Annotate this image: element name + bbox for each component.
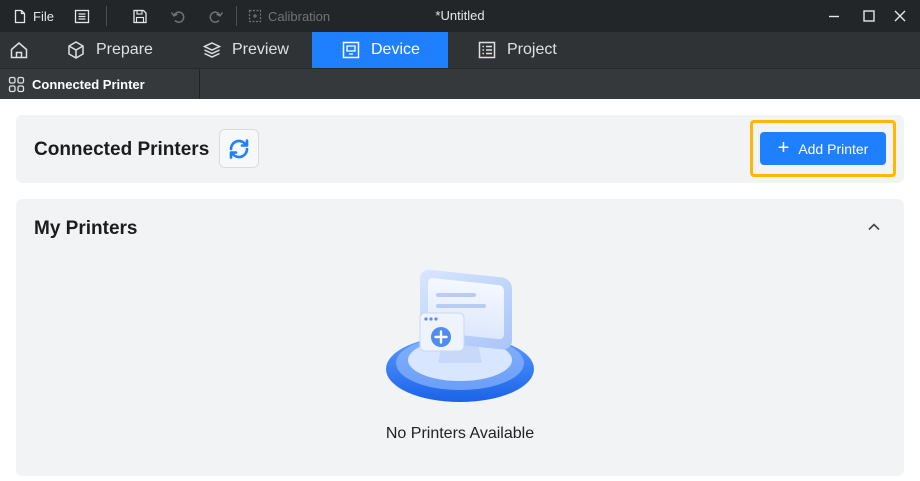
title-bar: File Calibration *Untitled <box>0 0 920 32</box>
chevron-up-icon <box>867 222 881 232</box>
minimize-icon <box>827 9 841 23</box>
connected-printers-title: Connected Printers <box>34 139 210 160</box>
file-menu[interactable]: File <box>13 0 54 32</box>
my-printers-card: My Printers No Printers Available <box>16 199 904 476</box>
menu-icon <box>74 9 90 24</box>
file-menu-label: File <box>33 8 54 24</box>
save-button[interactable] <box>132 0 148 32</box>
tab-preview-label: Preview <box>232 41 289 58</box>
empty-printers-illustration <box>384 261 536 408</box>
connected-printers-card: Connected Printers + Add Printer <box>16 115 904 183</box>
tab-project[interactable]: Project <box>448 32 584 68</box>
maximize-button[interactable] <box>862 0 876 32</box>
cube-icon <box>66 40 86 60</box>
add-printer-label: Add Printer <box>798 140 869 157</box>
menu-button[interactable] <box>74 0 90 32</box>
tab-project-label: Project <box>507 41 557 58</box>
calibration-button[interactable]: Calibration <box>248 0 330 32</box>
subtab-label: Connected Printer <box>32 76 145 92</box>
calibration-label: Calibration <box>268 8 331 24</box>
collapse-button[interactable] <box>864 217 884 237</box>
undo-icon <box>170 9 186 24</box>
tab-device-label: Device <box>371 41 420 58</box>
add-printer-button[interactable]: + Add Printer <box>760 132 886 165</box>
maximize-icon <box>862 9 876 23</box>
close-button[interactable] <box>893 0 907 32</box>
subtab-connected-printer[interactable]: Connected Printer <box>0 69 200 99</box>
content-area: Connected Printers + Add Printer My Prin… <box>0 99 920 481</box>
list-icon <box>477 40 497 60</box>
refresh-icon <box>226 136 252 162</box>
tab-prepare[interactable]: Prepare <box>38 32 176 68</box>
device-sub-bar: Connected Printer <box>0 68 920 99</box>
tab-prepare-label: Prepare <box>96 41 153 58</box>
my-printers-title: My Printers <box>34 218 138 239</box>
toolbar-divider <box>106 6 107 26</box>
monitor-icon <box>341 40 361 60</box>
empty-state-text: No Printers Available <box>385 425 535 442</box>
tab-preview[interactable]: Preview <box>176 32 312 68</box>
close-icon <box>893 9 907 23</box>
main-tab-bar: Prepare Preview Device Project <box>0 32 920 68</box>
plus-icon: + <box>777 136 790 159</box>
tab-device[interactable]: Device <box>312 32 448 68</box>
grid-icon <box>8 76 25 93</box>
refresh-button[interactable] <box>219 129 259 168</box>
calibration-icon <box>248 9 262 23</box>
layers-icon <box>202 40 222 60</box>
save-icon <box>132 9 148 24</box>
file-icon <box>13 9 27 24</box>
toolbar-divider <box>236 6 237 26</box>
undo-button[interactable] <box>170 0 186 32</box>
minimize-button[interactable] <box>827 0 841 32</box>
tab-home[interactable] <box>0 32 38 68</box>
redo-icon <box>208 9 224 24</box>
redo-button[interactable] <box>208 0 224 32</box>
home-icon <box>9 41 29 59</box>
